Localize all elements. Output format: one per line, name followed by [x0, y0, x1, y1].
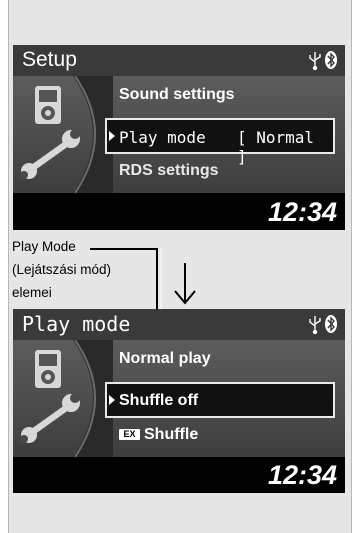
ipod-icon	[35, 350, 61, 388]
ipod-icon	[35, 86, 61, 124]
setup-menu-area: Sound settings Play mode [ Normal ] RDS …	[13, 76, 345, 193]
caption-line-1: Play Mode	[12, 239, 76, 254]
bluetooth-icon	[325, 315, 337, 333]
bluetooth-icon	[325, 51, 337, 69]
menu-item-label: Shuffle	[144, 426, 199, 443]
play-mode-screen: Play mode Normal play Shuffle off EX Shu…	[13, 309, 345, 493]
setup-title: Setup	[22, 48, 77, 71]
menu-item-normal-play[interactable]: Normal play	[119, 350, 211, 368]
device-icons-panel	[20, 340, 113, 457]
menu-item-shuffle[interactable]: EX Shuffle	[119, 426, 198, 444]
ex-badge-icon: EX	[119, 429, 140, 441]
clock-bar: 12:34	[13, 457, 345, 493]
menu-item-play-mode[interactable]: Play mode [ Normal ]	[105, 118, 335, 166]
caption-line-2: (Lejátszási mód)	[12, 262, 112, 277]
usb-icon	[309, 316, 321, 334]
clock-time: 12:34	[267, 460, 337, 490]
caption-line-3: elemei	[12, 285, 52, 300]
setup-title-bar: Setup	[13, 45, 345, 76]
setup-screen: Setup Sound settings Play mode [Normal …	[13, 45, 345, 230]
menu-item-sound-settings[interactable]: Sound settings	[119, 86, 235, 104]
play-mode-value: [ Normal ]	[237, 128, 315, 166]
down-arrow-icon	[174, 263, 196, 305]
menu-item-label: Play mode	[119, 128, 206, 147]
device-icons-panel	[20, 76, 113, 193]
play-mode-title: Play mode	[22, 312, 131, 336]
status-icons	[309, 51, 337, 70]
status-icons	[309, 315, 337, 334]
menu-item-label: Shuffle off	[119, 392, 199, 409]
selection-arrow-icon	[109, 395, 115, 405]
usb-icon	[309, 52, 321, 70]
wrench-icon	[20, 129, 80, 179]
wrench-icon	[20, 393, 80, 443]
menu-item-shuffle-off[interactable]: Shuffle off	[105, 382, 335, 418]
selection-arrow-icon	[109, 131, 115, 141]
play-mode-title-bar: Play mode	[13, 309, 345, 340]
play-mode-menu-area: Normal play Shuffle off EX Shuffle	[13, 340, 345, 457]
clock-time: 12:34	[267, 197, 337, 227]
clock-bar: 12:34	[13, 194, 345, 230]
menu-item-rds-settings[interactable]: RDS settings	[119, 162, 219, 180]
